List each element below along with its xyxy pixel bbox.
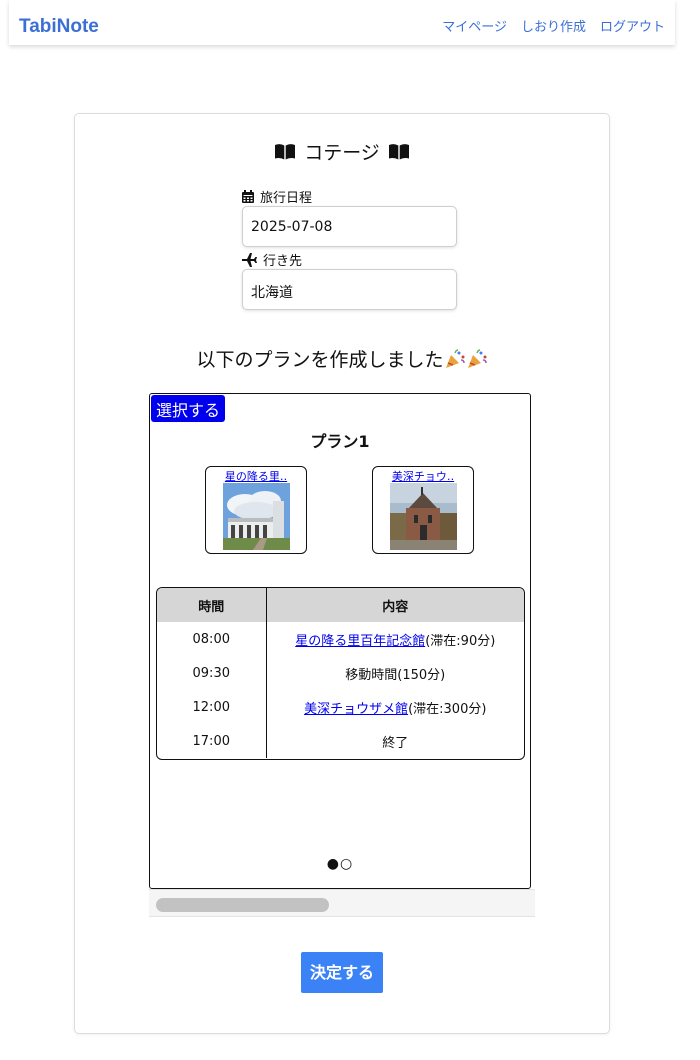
calendar-icon [242,190,254,203]
horizontal-scrollbar[interactable] [149,889,535,917]
plan-carousel[interactable]: 選択する プラン1 星の降る里‥ 美深チョウ‥ 時間 内容 08:00 星の降る… [149,393,531,889]
table-row: 08:00 星の降る里百年記念館(滞在:90分) [157,622,524,656]
time-cell: 09:30 [157,656,267,690]
schedule-table: 時間 内容 08:00 星の降る里百年記念館(滞在:90分) 09:30 移動時… [156,587,525,760]
content-column-header: 内容 [266,588,524,622]
spot-name-link[interactable]: 星の降る里百年記念館 [295,634,425,649]
content-cell: 終了 [382,735,409,751]
nav-link-mypage[interactable]: マイページ [442,16,507,35]
destination-label-text: 行き先 [263,254,303,269]
party-popper-icon [445,349,465,368]
time-cell: 17:00 [157,724,267,758]
nav-link-logout[interactable]: ログアウト [600,16,665,35]
content-cell: 美深チョウザメ館(滞在:300分) [266,690,524,724]
spot-card[interactable]: 美深チョウ‥ [372,466,474,554]
spot-name-link[interactable]: 美深チョウザメ館 [304,702,408,717]
table-row: 12:00 美深チョウザメ館(滞在:300分) [157,690,524,724]
open-book-icon [388,144,409,160]
plan-card: コテージ 旅行日程 2025-07-08 行き先 北海道 以下のプランを作成しま… [74,113,610,1034]
nav-links: マイページ しおり作成 ログアウト [442,16,665,35]
spot-link[interactable]: 美深チョウ‥ [373,468,473,484]
stay-duration: (滞在:90分) [425,633,496,649]
result-heading: 以下のプランを作成しました [75,345,609,372]
destination-label: 行き先 [242,250,302,269]
result-heading-text: 以下のプランを作成しました [196,349,444,371]
card-title-text: コテージ [304,142,380,164]
stay-duration: (滞在:300分) [408,701,487,717]
date-label-text: 旅行日程 [260,191,313,206]
table-row: 17:00 終了 [157,724,524,758]
select-plan-button[interactable]: 選択する [151,395,226,422]
content-cell: 星の降る里百年記念館(滞在:90分) [266,622,524,656]
decide-button[interactable]: 決定する [301,952,383,993]
airplane-icon [242,252,257,267]
content-cell: 移動時間(150分) [345,667,446,683]
carousel-pagination-dots[interactable]: ●○ [150,856,530,872]
spot-photo [390,483,457,550]
spot-photo [223,483,290,550]
card-title: コテージ [75,138,609,165]
navbar: TabiNote マイページ しおり作成 ログアウト [9,0,675,45]
time-cell: 12:00 [157,690,267,724]
brand-logo[interactable]: TabiNote [19,16,99,38]
scrollbar-thumb[interactable] [156,898,329,912]
nav-link-create-itinerary[interactable]: しおり作成 [521,16,586,35]
spot-card[interactable]: 星の降る里‥ [205,466,307,554]
open-book-icon [275,144,296,160]
table-row: 09:30 移動時間(150分) [157,656,524,690]
plan-title: プラン1 [310,432,370,451]
date-label: 旅行日程 [242,187,312,206]
destination-field[interactable]: 北海道 [242,269,457,310]
time-cell: 08:00 [157,622,267,656]
date-field[interactable]: 2025-07-08 [242,206,457,247]
spot-link[interactable]: 星の降る里‥ [206,468,306,484]
time-column-header: 時間 [157,588,267,622]
party-popper-icon [467,349,487,368]
